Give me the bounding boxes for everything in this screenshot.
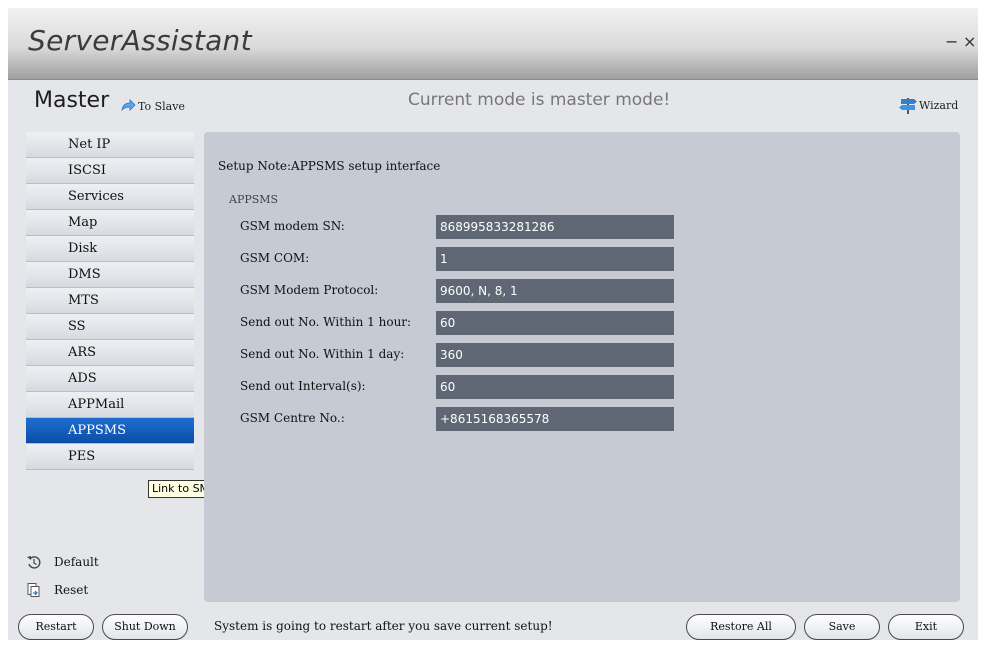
send-interval-input[interactable] [436, 375, 674, 399]
sidebar-item-net-ip[interactable]: Net IP [26, 132, 194, 158]
default-action[interactable]: Default [26, 554, 99, 570]
field-label: Send out No. Within 1 day: [240, 347, 405, 361]
undo-icon [27, 556, 41, 569]
field-row-gsm-com: GSM COM: [240, 247, 940, 271]
field-label: Send out No. Within 1 hour: [240, 315, 412, 329]
field-row-gsm-modem-sn: GSM modem SN: [240, 215, 940, 239]
exit-button[interactable]: Exit [888, 614, 964, 640]
shutdown-button[interactable]: Shut Down [102, 614, 188, 640]
main-area: Master To Slave Current mode is master m… [8, 80, 978, 640]
mode-label: Master [34, 88, 110, 113]
sidebar-item-pes[interactable]: PES [26, 444, 194, 470]
gsm-com-input[interactable] [436, 247, 674, 271]
mode-row: Master To Slave Current mode is master m… [8, 80, 978, 128]
setup-note: Setup Note:APPSMS setup interface [218, 159, 441, 173]
field-row-send-interval: Send out Interval(s): [240, 375, 940, 399]
close-button[interactable]: × [963, 32, 976, 51]
content-panel: Setup Note:APPSMS setup interface APPSMS… [204, 132, 960, 602]
field-label: GSM Centre No.: [240, 411, 345, 425]
wizard-label: Wizard [919, 98, 959, 112]
reset-action[interactable]: Reset [26, 582, 88, 598]
title-bar: ServerAssistant − × [8, 8, 978, 80]
sidebar-item-ss[interactable]: SS [26, 314, 194, 340]
signpost-icon [899, 98, 917, 114]
sidebar-item-disk[interactable]: Disk [26, 236, 194, 262]
app-title: ServerAssistant [28, 24, 252, 57]
to-slave-label: To Slave [138, 99, 185, 113]
field-label: GSM COM: [240, 251, 310, 265]
field-row-send-per-day: Send out No. Within 1 day: [240, 343, 940, 367]
sidebar-item-ads[interactable]: ADS [26, 366, 194, 392]
field-label: GSM modem SN: [240, 219, 345, 233]
wizard-link[interactable]: Wizard [898, 96, 958, 114]
sidebar-item-ars[interactable]: ARS [26, 340, 194, 366]
gsm-modem-sn-input[interactable] [436, 215, 674, 239]
sidebar-nav: Net IP ISCSI Services Map Disk DMS MTS S… [26, 132, 194, 470]
section-title: APPSMS [229, 193, 279, 206]
field-label: Send out Interval(s): [240, 379, 366, 393]
sidebar-item-iscsi[interactable]: ISCSI [26, 158, 194, 184]
field-row-gsm-modem-protocol: GSM Modem Protocol: [240, 279, 940, 303]
sidebar-item-appsms[interactable]: APPSMS [26, 418, 194, 444]
sidebar-item-services[interactable]: Services [26, 184, 194, 210]
gsm-modem-protocol-input[interactable] [436, 279, 674, 303]
restore-all-button[interactable]: Restore All [686, 614, 796, 640]
restart-button[interactable]: Restart [18, 614, 94, 640]
gsm-centre-no-input[interactable] [436, 407, 674, 431]
send-per-day-input[interactable] [436, 343, 674, 367]
field-label: GSM Modem Protocol: [240, 283, 379, 297]
minimize-button[interactable]: − [945, 32, 958, 51]
reset-label: Reset [54, 583, 89, 597]
field-row-gsm-centre-no: GSM Centre No.: [240, 407, 940, 431]
save-button[interactable]: Save [804, 614, 880, 640]
sidebar-item-appmail[interactable]: APPMail [26, 392, 194, 418]
switch-arrow-icon [121, 99, 136, 112]
sidebar-item-map[interactable]: Map [26, 210, 194, 236]
reset-icon [27, 583, 40, 597]
mode-message: Current mode is master mode! [408, 90, 671, 110]
to-slave-link[interactable]: To Slave [120, 99, 185, 113]
default-label: Default [54, 555, 99, 569]
field-row-send-per-hour: Send out No. Within 1 hour: [240, 311, 940, 335]
send-per-hour-input[interactable] [436, 311, 674, 335]
restart-message: System is going to restart after you sav… [214, 619, 553, 633]
sidebar-item-mts[interactable]: MTS [26, 288, 194, 314]
sidebar-item-dms[interactable]: DMS [26, 262, 194, 288]
